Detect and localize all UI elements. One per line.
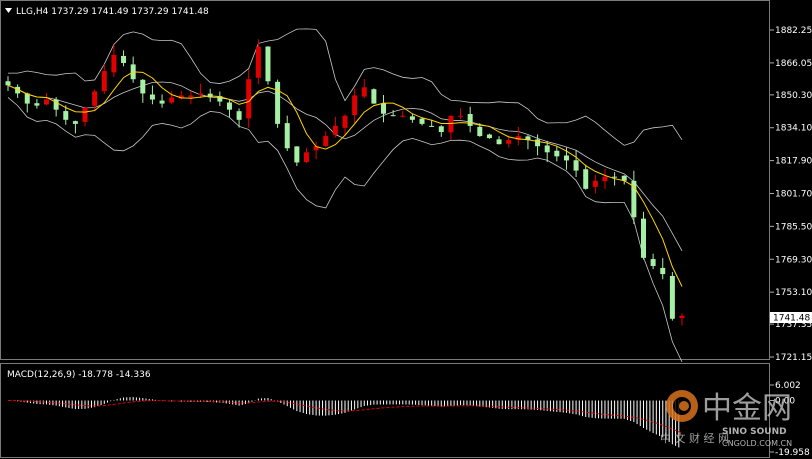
- candle-body: [563, 155, 569, 161]
- macd-header: MACD(12,26,9) -18.778 -14.336: [7, 370, 151, 380]
- candle-body: [679, 315, 685, 319]
- candle-body: [5, 81, 11, 86]
- candle-body: [226, 102, 232, 110]
- candle-body: [486, 134, 492, 139]
- candle-body: [342, 115, 348, 128]
- candle-body: [371, 89, 377, 104]
- candle-body: [284, 123, 290, 149]
- svg-text:1741.48: 1741.48: [773, 314, 810, 324]
- price-tick-label: 1817.90: [775, 157, 812, 167]
- price-tick-label: 1834.10: [775, 124, 812, 134]
- candle-body: [419, 118, 425, 124]
- candle-body: [592, 180, 598, 187]
- candle-body: [390, 115, 396, 117]
- candle-body: [496, 139, 502, 145]
- candle-body: [438, 126, 444, 132]
- candle-body: [429, 125, 435, 127]
- svg-text:中 文 财 经 网: 中 文 财 经 网: [660, 431, 729, 445]
- candle-body: [573, 160, 579, 171]
- price-tick-label: 1801.70: [775, 190, 812, 200]
- candle-body: [477, 126, 483, 137]
- bollinger-bands: [7, 28, 683, 363]
- candle-body: [72, 121, 78, 124]
- candle-body: [640, 218, 646, 258]
- candle-body: [63, 111, 69, 120]
- candle-body: [448, 115, 454, 133]
- candle-body: [669, 275, 675, 319]
- candle-body: [612, 176, 618, 178]
- candle-body: [121, 55, 127, 63]
- bb-lower-line: [7, 97, 683, 363]
- chart-canvas: LLG,H4 1737.29 1741.49 1737.29 1741.48 M…: [0, 0, 812, 458]
- candle-body: [149, 94, 155, 100]
- price-tick-label: 1882.25: [775, 26, 812, 36]
- candle-body: [198, 93, 204, 95]
- price-tick-label: 1785.50: [775, 222, 812, 232]
- candle-body: [92, 91, 98, 106]
- candle-body: [111, 54, 117, 73]
- dropdown-triangle-icon[interactable]: [5, 8, 12, 13]
- macd-tick-label: -19.958: [775, 448, 810, 458]
- price-tick-label: 1753.10: [775, 288, 812, 298]
- price-tick-label: 1769.30: [775, 255, 812, 265]
- candle-body: [246, 79, 252, 119]
- bb-middle-line: [7, 81, 683, 252]
- candle-body: [583, 169, 589, 189]
- candle-body: [458, 115, 464, 117]
- candle-body: [535, 139, 541, 147]
- svg-text:中金网: 中金网: [702, 391, 792, 426]
- symbol-header: LLG,H4 1737.29 1741.49 1737.29 1741.48: [16, 7, 209, 17]
- candle-body: [554, 150, 560, 157]
- candle-body: [352, 95, 358, 115]
- candle-body: [236, 111, 242, 120]
- moving-average: [7, 71, 683, 287]
- main-panel-frame: [0, 0, 770, 360]
- macd-histogram: [7, 397, 683, 448]
- candle-body: [169, 97, 175, 103]
- svg-text:CNGOLD.COM.CN: CNGOLD.COM.CN: [722, 439, 792, 448]
- price-tick-label: 1866.05: [775, 59, 812, 69]
- candlestick-series: [5, 39, 685, 326]
- current-price-tag: 1741.48: [770, 312, 812, 324]
- candle-body: [265, 46, 271, 82]
- candle-body: [467, 114, 473, 126]
- candle-body: [409, 116, 415, 120]
- candle-body: [255, 46, 261, 78]
- candle-body: [159, 100, 165, 104]
- candle-body: [82, 107, 88, 122]
- candle-body: [650, 259, 656, 266]
- candle-body: [34, 103, 40, 106]
- ma-line: [7, 71, 683, 287]
- macd-tick-label: 6.002: [775, 381, 801, 391]
- candle-body: [381, 103, 387, 114]
- svg-text:SINO SOUND: SINO SOUND: [722, 427, 787, 437]
- price-tick-label: 1721.15: [775, 353, 812, 363]
- candle-body: [323, 136, 329, 146]
- candle-body: [188, 95, 194, 98]
- candle-body: [303, 152, 309, 163]
- price-tick-label: 1850.30: [775, 91, 812, 101]
- watermark-logo: 中金网 中 文 财 经 网 SINO SOUND CNGOLD.COM.CN: [660, 390, 792, 448]
- candle-body: [506, 140, 512, 144]
- candle-body: [275, 81, 281, 124]
- candle-body: [660, 267, 666, 275]
- candle-body: [332, 125, 338, 135]
- candle-body: [400, 115, 406, 117]
- candle-body: [140, 79, 146, 94]
- candle-body: [294, 146, 300, 163]
- candle-body: [361, 87, 367, 97]
- candle-body: [101, 71, 107, 92]
- candle-body: [44, 99, 50, 105]
- candle-body: [602, 176, 608, 182]
- candle-body: [544, 145, 550, 153]
